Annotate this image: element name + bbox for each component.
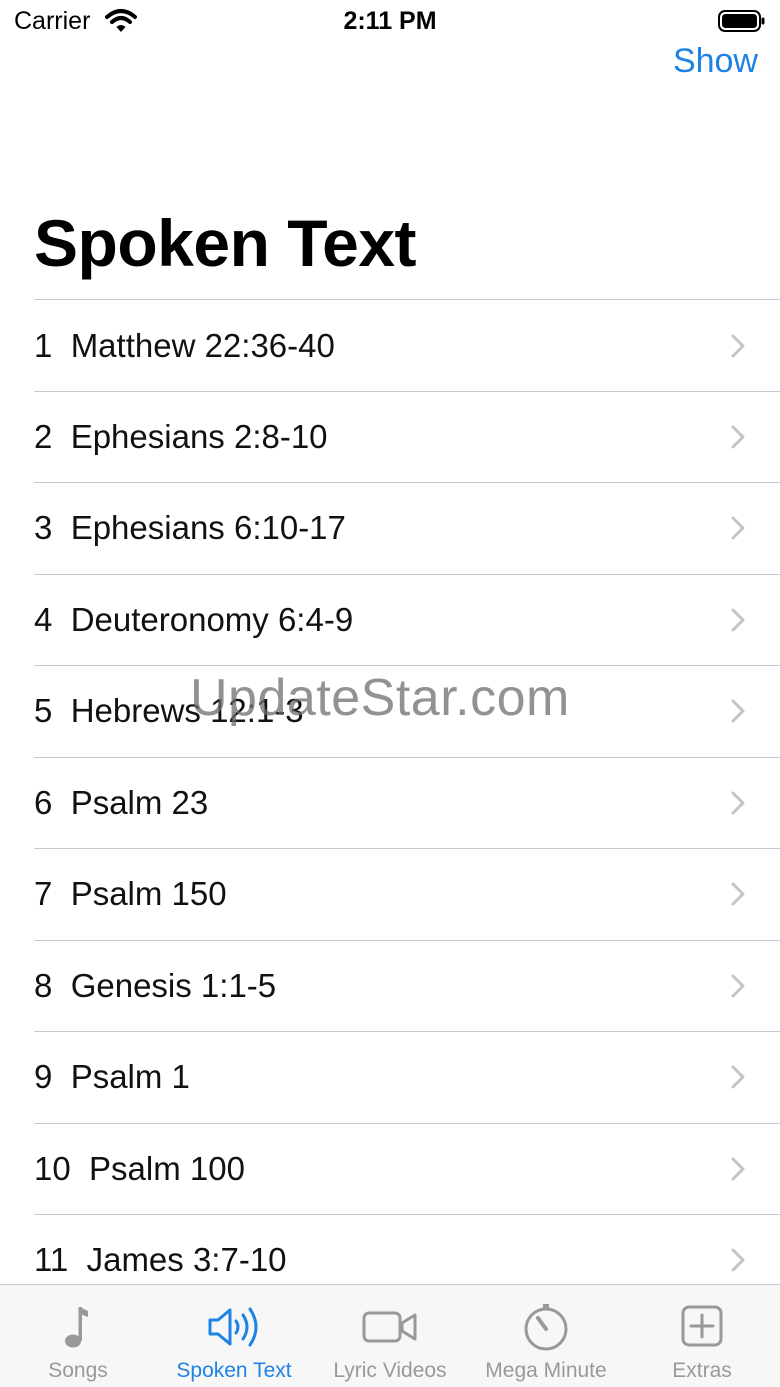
list-item[interactable]: 10 Psalm 100 xyxy=(0,1123,780,1214)
tab-bar: Songs Spoken Text Lyric Videos Mega Minu… xyxy=(0,1284,780,1387)
chevron-right-icon xyxy=(731,1065,745,1089)
status-time: 2:11 PM xyxy=(343,7,437,35)
show-button[interactable]: Show xyxy=(673,42,758,81)
tab-label: Songs xyxy=(48,1359,108,1382)
tab-label: Lyric Videos xyxy=(333,1359,447,1382)
list-item-label: 10 Psalm 100 xyxy=(34,1149,245,1187)
tab-label: Spoken Text xyxy=(176,1359,292,1382)
chevron-right-icon xyxy=(731,974,745,998)
list-item[interactable]: 1 Matthew 22:36-40 xyxy=(0,300,780,391)
speaker-wave-icon xyxy=(208,1307,258,1347)
tab-label: Extras xyxy=(672,1359,732,1382)
video-camera-icon xyxy=(362,1311,417,1343)
tab-lyric-videos[interactable]: Lyric Videos xyxy=(312,1285,468,1387)
list-item-label: 9 Psalm 1 xyxy=(34,1057,190,1095)
tab-label: Mega Minute xyxy=(485,1359,607,1382)
list-item[interactable]: 4 Deuteronomy 6:4-9 xyxy=(0,574,780,665)
list-item-label: 5 Hebrews 12:1-3 xyxy=(34,691,304,729)
list-item-label: 1 Matthew 22:36-40 xyxy=(34,326,335,364)
list-item[interactable]: 9 Psalm 1 xyxy=(0,1031,780,1122)
chevron-right-icon xyxy=(731,882,745,906)
chevron-right-icon xyxy=(731,516,745,540)
battery-icon xyxy=(718,10,765,32)
music-note-icon xyxy=(65,1307,88,1348)
tab-songs[interactable]: Songs xyxy=(0,1285,156,1387)
status-bar: Carrier 2:11 PM xyxy=(0,0,780,44)
list-item[interactable]: 3 Ephesians 6:10-17 xyxy=(0,482,780,573)
tab-spoken-text[interactable]: Spoken Text xyxy=(156,1285,312,1387)
chevron-right-icon xyxy=(731,425,745,449)
chevron-right-icon xyxy=(731,608,745,632)
list-item-label: 3 Ephesians 6:10-17 xyxy=(34,508,346,546)
list-item-label: 7 Psalm 150 xyxy=(34,874,227,912)
chevron-right-icon xyxy=(731,334,745,358)
chevron-right-icon xyxy=(731,699,745,723)
chevron-right-icon xyxy=(731,1248,745,1272)
list-item-label: 4 Deuteronomy 6:4-9 xyxy=(34,600,354,638)
list-item[interactable]: 5 Hebrews 12:1-3 xyxy=(0,665,780,756)
timer-icon xyxy=(524,1304,568,1351)
list-item-label: 11 James 3:7-10 xyxy=(34,1240,287,1278)
list-item[interactable]: 8 Genesis 1:1-5 xyxy=(0,940,780,1031)
plus-square-icon xyxy=(681,1305,723,1347)
list-item-label: 8 Genesis 1:1-5 xyxy=(34,966,277,1004)
tab-extras[interactable]: Extras xyxy=(624,1285,780,1387)
tab-mega-minute[interactable]: Mega Minute xyxy=(468,1285,624,1387)
list-item[interactable]: 7 Psalm 150 xyxy=(0,848,780,939)
list-item-label: 2 Ephesians 2:8-10 xyxy=(34,417,328,455)
list-item-label: 6 Psalm 23 xyxy=(34,783,209,821)
list-item[interactable]: 6 Psalm 23 xyxy=(0,757,780,848)
screen: Carrier 2:11 PM Show Spoken Text 1 Matth… xyxy=(0,0,780,1387)
list-item[interactable]: 2 Ephesians 2:8-10 xyxy=(0,391,780,482)
chevron-right-icon xyxy=(731,1157,745,1181)
chevron-right-icon xyxy=(731,791,745,815)
page-title: Spoken Text xyxy=(34,206,417,280)
